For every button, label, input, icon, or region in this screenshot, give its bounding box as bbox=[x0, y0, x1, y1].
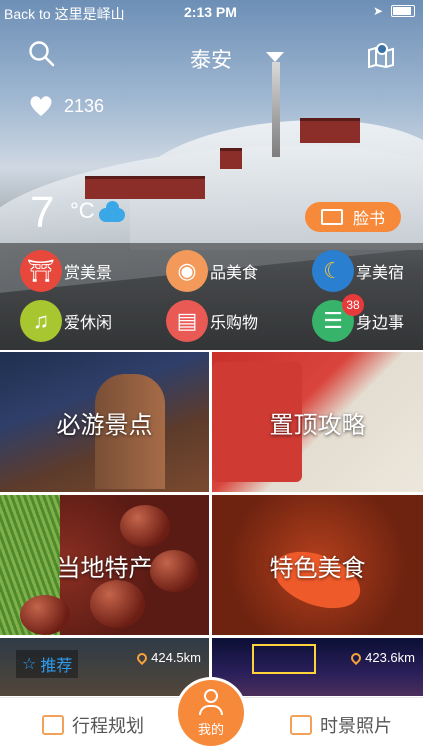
category-label: 身边事 bbox=[356, 315, 405, 332]
notification-badge: 38 bbox=[342, 294, 364, 316]
radio-tower bbox=[272, 62, 280, 157]
calendar-icon bbox=[42, 715, 64, 735]
tile-label: 必游景点 bbox=[56, 411, 153, 439]
city-name[interactable]: 泰安 bbox=[190, 44, 232, 74]
search-icon bbox=[29, 41, 55, 67]
temperature-value: 7 bbox=[30, 188, 55, 237]
tab-photos[interactable]: 时景照片 bbox=[290, 712, 392, 738]
temperature-unit: °C bbox=[70, 198, 95, 223]
city-dropdown-caret-icon[interactable] bbox=[266, 52, 284, 62]
recommend-tag-label: 推荐 bbox=[40, 658, 73, 675]
tab-label: 时景照片 bbox=[320, 716, 392, 736]
likes-counter[interactable]: 2136 bbox=[28, 94, 104, 118]
distance-value: 423.6km bbox=[365, 650, 415, 665]
pavilion bbox=[220, 148, 242, 169]
chat-icon: ☰ 38 bbox=[312, 294, 364, 342]
tile-special-food[interactable]: 特色美食 bbox=[212, 495, 423, 635]
distance-value: 424.5km bbox=[151, 650, 201, 665]
status-bar: Back to 这里是峄山 2:13 PM ➤ bbox=[0, 0, 423, 24]
basket-icon: ▤ bbox=[166, 300, 208, 342]
category-label: 享美宿 bbox=[356, 265, 405, 282]
recommend-card-1[interactable]: ☆ 推荐 424.5km bbox=[0, 638, 209, 696]
cloud-icon bbox=[99, 201, 125, 222]
tile-local-specialty[interactable]: 当地特产 bbox=[0, 495, 209, 635]
battery-icon bbox=[391, 5, 415, 17]
summit-building bbox=[300, 118, 360, 143]
location-pin-icon bbox=[349, 650, 364, 665]
category-shopping[interactable]: ▤ 乐购物 bbox=[166, 300, 258, 342]
user-icon bbox=[204, 688, 218, 703]
face-book-label: 脸书 bbox=[352, 211, 385, 228]
chestnut-image bbox=[90, 580, 145, 628]
location-arrow-icon: ➤ bbox=[372, 4, 383, 18]
user-icon-body bbox=[199, 704, 223, 715]
category-label: 爱休闲 bbox=[64, 315, 113, 332]
status-indicators: ➤ bbox=[373, 4, 415, 18]
distance: 424.5km bbox=[135, 650, 201, 665]
search-button[interactable] bbox=[28, 40, 56, 73]
tab-label: 行程规划 bbox=[72, 716, 144, 736]
tile-must-visit[interactable]: 必游景点 bbox=[0, 352, 209, 492]
tile-label: 当地特产 bbox=[56, 554, 153, 582]
tile-top-guide[interactable]: 置顶攻略 bbox=[212, 352, 423, 492]
category-scenery[interactable]: ⛩ 赏美景 bbox=[20, 250, 112, 292]
neon-sign-image bbox=[252, 644, 316, 674]
tile-label: 特色美食 bbox=[269, 554, 366, 582]
temple-icon: ⛩ bbox=[20, 250, 62, 292]
star-icon: ☆ bbox=[22, 656, 37, 673]
heart-icon bbox=[30, 96, 52, 116]
category-label: 品美食 bbox=[210, 265, 259, 282]
egg-icon: ◉ bbox=[166, 250, 208, 292]
tab-itinerary[interactable]: 行程规划 bbox=[42, 712, 144, 738]
moon-house-icon: ☾ bbox=[312, 250, 354, 292]
temple-complex bbox=[85, 176, 205, 199]
category-food[interactable]: ◉ 品美食 bbox=[166, 250, 258, 292]
status-back-link[interactable]: Back to 这里是峄山 bbox=[4, 4, 125, 24]
category-nearby[interactable]: ☰ 38 身边事 bbox=[312, 294, 405, 342]
location-pin-icon bbox=[135, 650, 150, 665]
recommend-tag: ☆ 推荐 bbox=[16, 650, 79, 678]
id-card-icon bbox=[320, 209, 343, 225]
tab-me[interactable]: 我的 bbox=[178, 680, 244, 746]
tile-label: 置顶攻略 bbox=[269, 411, 366, 439]
category-label: 乐购物 bbox=[210, 315, 259, 332]
status-time: 2:13 PM bbox=[184, 4, 237, 20]
music-icon: ♫ bbox=[20, 300, 62, 342]
likes-count: 2136 bbox=[64, 95, 105, 116]
chestnut-image bbox=[150, 550, 198, 592]
recommend-card-2[interactable]: 423.6km bbox=[212, 638, 423, 696]
chestnut-image bbox=[120, 505, 170, 547]
category-leisure[interactable]: ♫ 爱休闲 bbox=[20, 300, 112, 342]
map-pin-icon bbox=[368, 43, 394, 69]
tab-me-label: 我的 bbox=[197, 721, 224, 737]
distance: 423.6km bbox=[349, 650, 415, 665]
face-book-button[interactable]: 脸书 bbox=[305, 202, 401, 232]
photo-icon bbox=[290, 715, 312, 735]
category-stay[interactable]: ☾ 享美宿 bbox=[312, 250, 404, 292]
category-label: 赏美景 bbox=[64, 265, 113, 282]
map-location-button[interactable] bbox=[366, 40, 396, 73]
chestnut-image bbox=[20, 595, 70, 635]
